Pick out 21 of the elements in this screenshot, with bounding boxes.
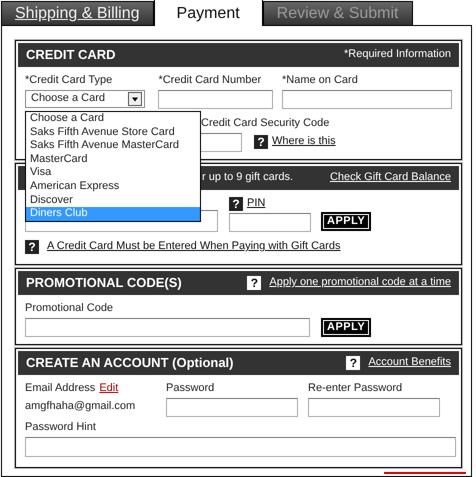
email-text: amgfhaha@gmail.com [25,400,136,414]
field-label: Credit Card Security Code [201,116,330,130]
field-label: Promotional Code [25,302,114,316]
field-label: *Name on Card [282,74,359,88]
required-note: *Required Information [344,48,451,62]
section-title: CREDIT CARD [26,46,116,64]
field-label: Password [166,382,216,396]
field-label: *Credit Card Type [25,74,114,88]
field-label: Email Address [25,382,96,396]
help-icon: ? [247,276,262,290]
field-label: Re-enter Password [308,382,404,396]
help-icon: ? [346,356,360,370]
field-label: Password Hint [25,420,97,434]
help-icon: ? [254,135,268,149]
section-title: PROMOTIONAL CODE(S) [26,274,182,292]
help-icon: ? [229,197,243,211]
header-text: r up to 9 gift cards. [202,171,294,185]
field-label: *Credit Card Number [158,74,262,88]
section-title: CREATE AN ACCOUNT (Optional) [26,354,234,372]
help-icon: ? [25,240,39,254]
select-value: Choose a Card [31,92,105,106]
